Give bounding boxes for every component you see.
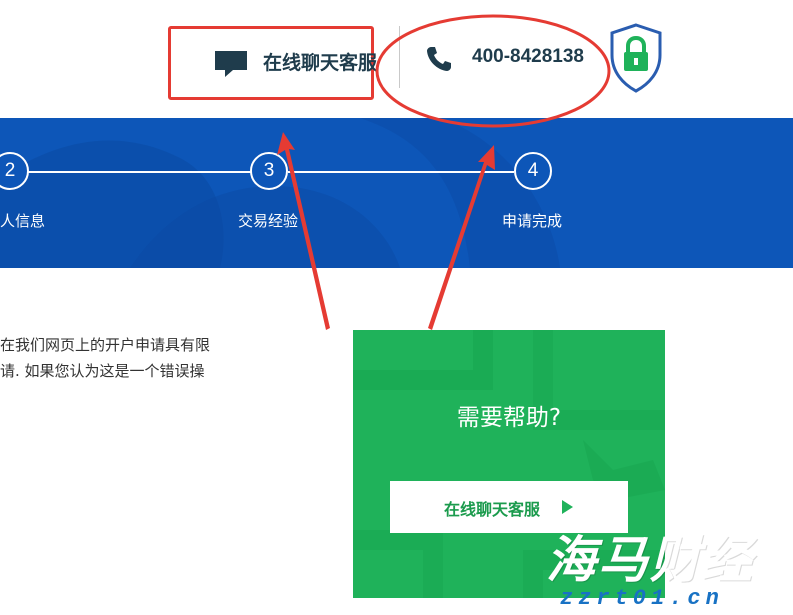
phone-icon — [427, 47, 451, 71]
step-3-label: 交易经验 — [238, 212, 299, 230]
top-header: 在线聊天客服 400-8428138 — [0, 0, 793, 118]
watermark-url: zzrt01.cn — [560, 586, 724, 611]
help-chat-button-label: 在线聊天客服 — [444, 500, 541, 519]
band-decoration — [0, 118, 793, 268]
application-notice-text: 在我们网页上的开户申请具有限 请. 如果您认为这是一个错误操 — [0, 332, 250, 384]
help-title: 需要帮助? — [456, 405, 562, 431]
chat-link-label: 在线聊天客服 — [263, 52, 378, 74]
phone-contact[interactable]: 400-8428138 — [376, 14, 610, 128]
shield-lock-icon — [610, 23, 662, 93]
progress-steps-band: 2 人信息 3 交易经验 4 申请完成 — [0, 118, 793, 268]
step-4-label: 申请完成 — [502, 212, 563, 230]
notice-line-2: 请. 如果您认为这是一个错误操 — [0, 362, 205, 380]
watermark: 海马财经 zzrt01.cn — [540, 520, 790, 612]
progress-line-2-3 — [28, 171, 252, 173]
chat-bubble-icon — [215, 51, 247, 77]
step-4-circle: 4 — [514, 152, 552, 190]
step-2-label: 人信息 — [0, 212, 46, 230]
play-icon — [562, 500, 573, 514]
step-3-circle: 3 — [250, 152, 288, 190]
progress-line-3-4 — [288, 171, 514, 173]
online-chat-link[interactable]: 在线聊天客服 — [168, 26, 378, 100]
watermark-title: 海马财经 — [546, 531, 754, 589]
notice-line-1: 在我们网页上的开户申请具有限 — [0, 336, 211, 354]
phone-number: 400-8428138 — [472, 46, 584, 67]
